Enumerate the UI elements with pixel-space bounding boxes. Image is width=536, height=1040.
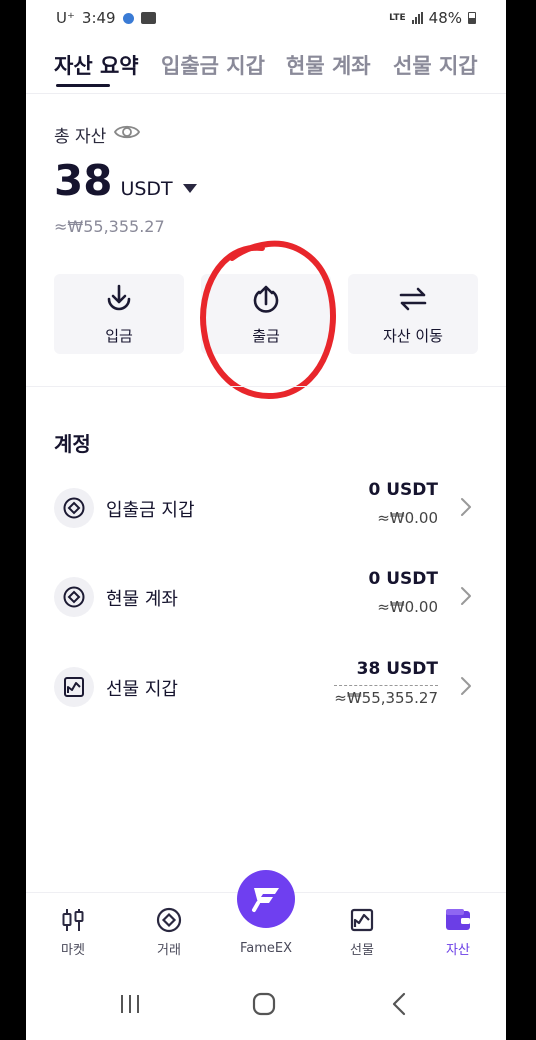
account-krw-balance: ≈₩0.00	[377, 598, 438, 616]
chevron-right-icon	[461, 677, 471, 695]
candlestick-icon	[62, 909, 84, 931]
total-asset-krw: ≈₩55,355.27	[54, 217, 165, 236]
tab-futures-wallet[interactable]: 선물 지갑	[393, 50, 478, 80]
battery-level: 48%	[428, 9, 462, 27]
caret-down-icon[interactable]	[182, 184, 197, 193]
carrier-label: U⁺	[56, 9, 75, 27]
withdraw-label: 출금	[252, 326, 280, 345]
home-icon[interactable]	[252, 992, 276, 1016]
nav-trade[interactable]: 거래	[134, 907, 204, 958]
status-bar: U⁺ 3:49 LTE 48%	[26, 0, 506, 38]
nav-futures[interactable]: 선물	[327, 907, 397, 958]
account-row-futures-wallet[interactable]: 선물 지갑 38 USDT ≈₩55,355.27	[26, 651, 506, 721]
total-asset-label: 총 자산	[54, 127, 107, 147]
asset-transfer-label: 자산 이동	[383, 326, 443, 345]
diamond-circle-icon	[54, 577, 94, 617]
account-usdt-balance: 0 USDT	[368, 569, 438, 589]
total-asset-value: 38	[54, 156, 113, 205]
account-name: 현물 계좌	[106, 589, 178, 610]
account-row-spot-account[interactable]: 현물 계좌 0 USDT ≈₩0.00	[26, 561, 506, 631]
wallet-icon	[446, 909, 470, 930]
chevron-right-icon	[461, 587, 471, 605]
asset-transfer-button[interactable]: 자산 이동	[348, 274, 478, 354]
notification-dot-icon	[122, 12, 134, 24]
nav-futures-label: 선물	[350, 943, 374, 958]
account-krw-balance: ≈₩0.00	[377, 509, 438, 527]
chart-icon	[350, 908, 374, 932]
accounts-section-title: 계정	[54, 432, 91, 456]
system-nav-bar	[26, 972, 506, 1040]
asset-actions: 입금 출금 자산 이동	[54, 274, 478, 354]
account-usdt-balance: 38 USDT	[356, 659, 438, 679]
nav-fameex-label: FameEX	[239, 941, 293, 956]
account-row-deposit-wallet[interactable]: 입출금 지갑 0 USDT ≈₩0.00	[26, 472, 506, 542]
signal-icon	[411, 12, 423, 24]
diamond-circle-icon	[54, 488, 94, 528]
account-usdt-balance: 0 USDT	[368, 480, 438, 500]
account-krw-balance: ≈₩55,355.27	[334, 685, 438, 707]
upload-icon	[250, 283, 282, 319]
nav-assets[interactable]: 자산	[423, 907, 493, 958]
battery-icon	[468, 12, 476, 24]
deposit-button[interactable]: 입금	[54, 274, 184, 354]
nav-assets-label: 자산	[446, 943, 470, 958]
deposit-label: 입금	[105, 326, 133, 345]
network-type: LTE	[389, 12, 406, 23]
total-asset-header: 총 자산	[54, 122, 141, 147]
tab-asset-summary[interactable]: 자산 요약	[54, 50, 139, 80]
back-icon[interactable]	[388, 992, 412, 1016]
asset-tabs: 자산 요약 입출금 지갑 현물 계좌 선물 지갑	[26, 50, 506, 94]
nav-market-label: 마켓	[61, 943, 85, 958]
currency-selector[interactable]: USDT	[120, 178, 172, 200]
total-asset-value-row[interactable]: 38 USDT	[54, 158, 197, 204]
chevron-right-icon	[461, 498, 471, 516]
active-tab-indicator	[56, 84, 110, 87]
account-name: 선물 지갑	[106, 679, 178, 700]
transfer-icon	[397, 283, 429, 319]
download-icon	[103, 283, 135, 319]
fameex-logo-icon	[252, 888, 279, 912]
diamond-circle-icon	[156, 907, 182, 933]
phone-screen: U⁺ 3:49 LTE 48% 자산 요약 입출금 지갑 현물 계좌 선물 지갑…	[26, 0, 506, 1040]
clock: 3:49	[81, 9, 116, 27]
withdraw-button[interactable]: 출금	[201, 274, 331, 354]
nav-fameex-button[interactable]	[237, 870, 295, 928]
chart-icon	[54, 667, 94, 707]
tab-deposit-withdraw-wallet[interactable]: 입출금 지갑	[161, 50, 265, 80]
recent-apps-icon[interactable]	[118, 992, 142, 1016]
nav-market[interactable]: 마켓	[38, 907, 108, 958]
account-name: 입출금 지갑	[106, 500, 195, 521]
eye-icon[interactable]	[114, 123, 141, 146]
section-divider	[26, 386, 506, 387]
folder-icon	[140, 12, 156, 24]
nav-trade-label: 거래	[157, 943, 181, 958]
tab-spot-account[interactable]: 현물 계좌	[286, 50, 371, 80]
